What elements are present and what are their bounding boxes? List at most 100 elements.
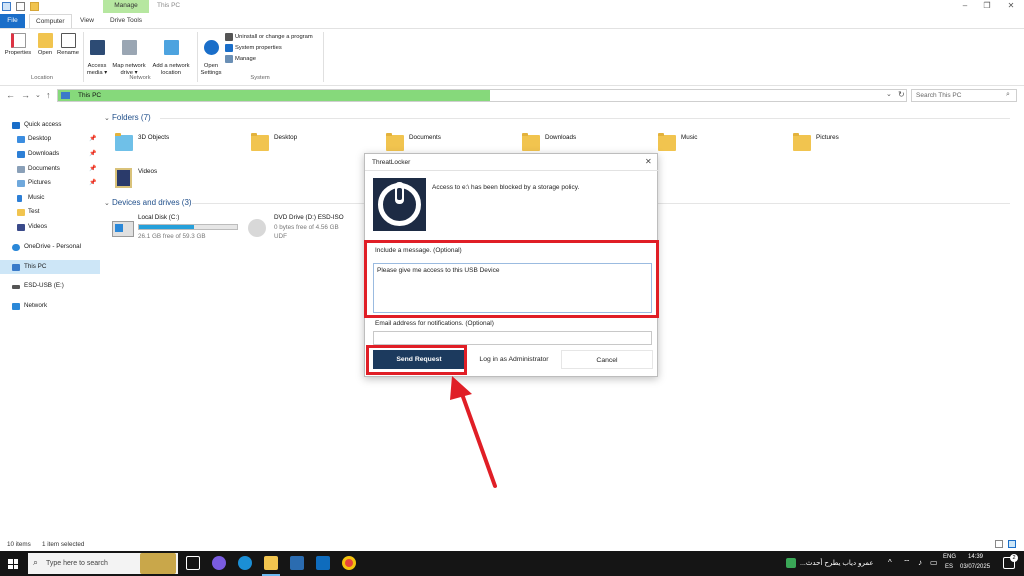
chevron-down-icon[interactable]: ⌄	[104, 199, 110, 207]
news-icon[interactable]	[786, 558, 796, 568]
rename-button[interactable]: Rename	[56, 33, 80, 57]
drive-name: DVD Drive (D:) ESD-ISO	[274, 214, 344, 221]
address-path: This PC	[78, 92, 102, 99]
chevron-down-icon[interactable]: ⌄	[35, 91, 41, 99]
large-icons-view-icon[interactable]	[1008, 540, 1016, 548]
network-location-icon	[163, 39, 179, 55]
open-settings-button[interactable]: Open Settings	[199, 33, 223, 76]
sidebar-item-label: OneDrive - Personal	[24, 243, 82, 250]
folder-icon[interactable]	[30, 2, 39, 11]
outlook-icon[interactable]	[316, 556, 330, 570]
tab-file[interactable]: File	[0, 14, 25, 28]
tab-computer[interactable]: Computer	[29, 14, 72, 28]
system-properties-button[interactable]: System properties	[225, 44, 313, 52]
sidebar-item-esd-usb[interactable]: ESD-USB (E:)	[0, 279, 100, 293]
sidebar-item-test[interactable]: Test	[0, 205, 100, 219]
forward-arrow-icon[interactable]: →	[21, 90, 30, 100]
drive-item-dvd[interactable]: DVD Drive (D:) ESD-ISO 0 bytes free of 4…	[248, 213, 378, 243]
threatlocker-logo	[373, 178, 426, 231]
pin-icon[interactable]: 📌	[89, 162, 96, 176]
pin-icon[interactable]: 📌	[89, 147, 96, 161]
wifi-icon[interactable]: ⌔	[903, 558, 911, 568]
store-icon[interactable]	[290, 556, 304, 570]
chevron-up-icon[interactable]: ^	[888, 558, 892, 567]
folders-section-header[interactable]: Folders (7)	[112, 113, 151, 122]
back-arrow-icon[interactable]: ←	[6, 90, 15, 100]
start-button[interactable]	[8, 559, 18, 569]
system-properties-icon	[225, 44, 233, 52]
chevron-down-icon[interactable]: ⌄	[104, 114, 110, 122]
pin-icon[interactable]: 📌	[89, 176, 96, 190]
drive-item-local-disk[interactable]: Local Disk (C:) 26.1 GB free of 59.3 GB	[112, 213, 242, 243]
clock-time[interactable]: 14:39	[968, 554, 983, 560]
keyboard-layout[interactable]: ES	[945, 564, 953, 570]
quick-access-toolbar	[2, 2, 39, 11]
manage-contextual-tab[interactable]: Manage	[103, 0, 149, 13]
sidebar-item-label: Network	[24, 302, 48, 309]
copilot-icon[interactable]	[212, 556, 226, 570]
folder-label: 3D Objects	[138, 134, 170, 141]
close-icon[interactable]: ✕	[1004, 1, 1018, 10]
manage-button[interactable]: Manage	[225, 55, 313, 63]
drive-usage-fill	[139, 225, 194, 229]
search-input[interactable]: Search This PC	[911, 89, 1017, 102]
sidebar-item-documents[interactable]: Documents 📌	[0, 162, 100, 176]
chevron-down-icon[interactable]: ⌄	[886, 90, 892, 98]
manage-icon	[225, 55, 233, 63]
details-view-icon[interactable]	[995, 540, 1003, 548]
chrome-icon[interactable]	[342, 556, 356, 570]
news-headline[interactable]: عمرو دياب يطرح أحدث...	[800, 559, 874, 567]
add-network-location-label: Add a network location	[152, 63, 190, 76]
sidebar-item-downloads[interactable]: Downloads 📌	[0, 147, 100, 161]
computer-icon[interactable]	[2, 2, 11, 11]
pin-icon[interactable]: 📌	[89, 132, 96, 146]
computer-icon	[61, 92, 70, 99]
annotation-arrow-icon	[450, 376, 497, 488]
system-properties-label: System properties	[235, 45, 282, 51]
sidebar-item-videos[interactable]: Videos	[0, 220, 100, 234]
language-code[interactable]: ENG	[943, 554, 956, 560]
sidebar-item-network[interactable]: Network	[0, 299, 100, 313]
downloads-folder-icon	[522, 133, 540, 151]
file-explorer-icon[interactable]	[264, 556, 278, 570]
open-button[interactable]: Open	[34, 33, 56, 57]
clock-date[interactable]: 03/07/2025	[960, 564, 990, 570]
refresh-icon[interactable]: ↻	[898, 90, 905, 99]
group-divider	[197, 32, 198, 82]
sidebar-item-onedrive[interactable]: OneDrive - Personal	[0, 240, 100, 254]
sidebar-item-quick-access[interactable]: Quick access	[0, 118, 100, 132]
sidebar-item-label: Desktop	[28, 135, 52, 142]
login-admin-button[interactable]: Log in as Administrator	[468, 350, 560, 369]
add-network-location-button[interactable]: Add a network location	[149, 33, 193, 76]
volume-icon[interactable]: ♪	[918, 558, 922, 567]
tab-view[interactable]: View	[74, 14, 100, 28]
edge-icon[interactable]	[238, 556, 252, 570]
cancel-button[interactable]: Cancel	[561, 350, 653, 369]
close-icon[interactable]: ✕	[645, 157, 652, 166]
properties-button[interactable]: Properties	[4, 33, 32, 57]
sidebar-item-label: Videos	[28, 223, 48, 230]
email-field[interactable]	[373, 331, 652, 345]
tab-drive-tools[interactable]: Drive Tools	[104, 14, 148, 28]
up-arrow-icon[interactable]: ↑	[46, 90, 51, 100]
folder-label: Videos	[138, 168, 158, 175]
checkmark-icon[interactable]	[16, 2, 25, 11]
restore-icon[interactable]: ❐	[980, 1, 994, 10]
battery-icon[interactable]: ▭	[930, 558, 938, 567]
address-bar[interactable]: This PC ⌄ ↻	[57, 89, 907, 102]
task-view-icon[interactable]	[186, 556, 200, 570]
access-media-button[interactable]: Access media ▾	[85, 33, 109, 76]
minimize-icon[interactable]: –	[958, 1, 972, 10]
devices-section-header[interactable]: Devices and drives (3)	[112, 198, 192, 207]
sidebar-item-desktop[interactable]: Desktop 📌	[0, 132, 100, 146]
email-label: Email address for notifications. (Option…	[375, 320, 494, 327]
usb-drive-icon	[12, 285, 20, 289]
sidebar-item-pictures[interactable]: Pictures 📌	[0, 176, 100, 190]
navigation-pane: Quick access Desktop 📌 Downloads 📌 Docum…	[0, 112, 100, 532]
hard-drive-icon	[112, 221, 134, 237]
sidebar-item-this-pc[interactable]: This PC	[0, 260, 100, 274]
map-network-drive-button[interactable]: Map network drive ▾	[109, 33, 149, 76]
sidebar-item-music[interactable]: Music	[0, 191, 100, 205]
uninstall-icon	[225, 33, 233, 41]
uninstall-program-button[interactable]: Uninstall or change a program	[225, 33, 313, 41]
